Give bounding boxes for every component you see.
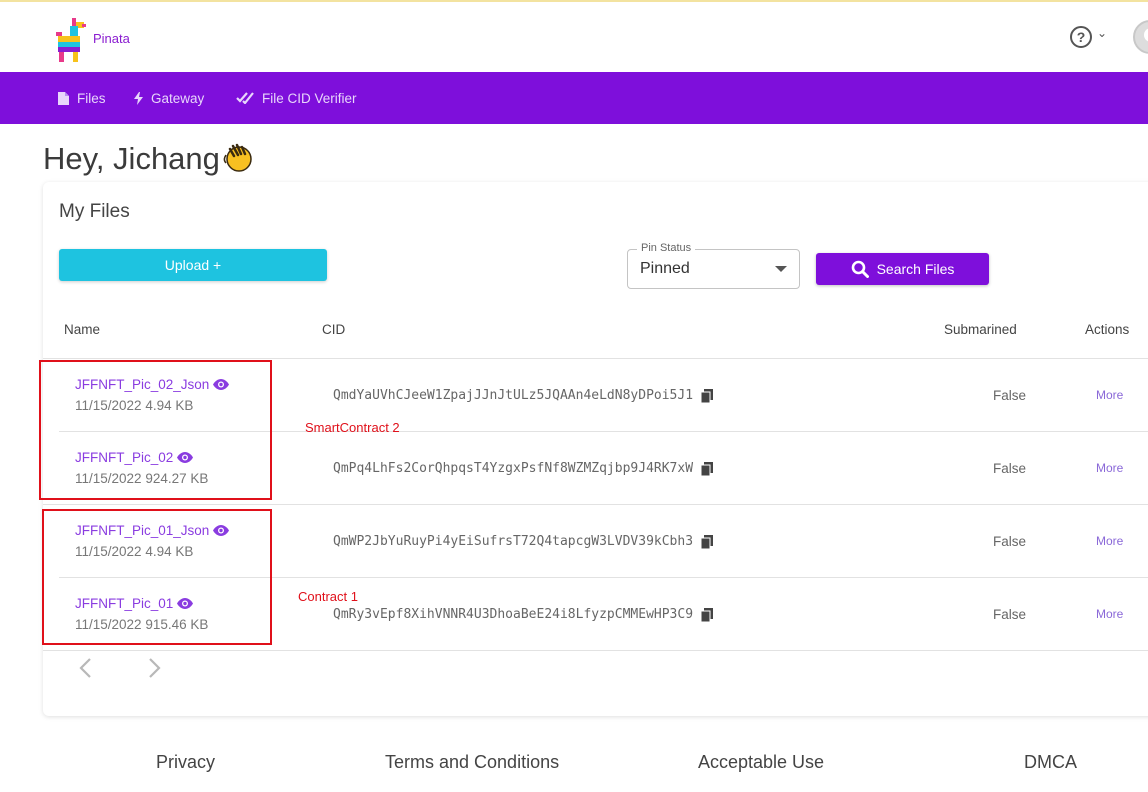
cid-text: QmRy3vEpf8XihVNNR4U3DhoaBeE24i8LfyzpCMME… bbox=[333, 607, 694, 622]
column-header-actions: Actions bbox=[1085, 322, 1130, 337]
pin-status-legend: Pin Status bbox=[637, 242, 696, 254]
table-divider bbox=[43, 650, 1148, 651]
submarined-value: False bbox=[993, 534, 1027, 549]
double-check-icon bbox=[236, 92, 254, 104]
annotation-label: Contract 1 bbox=[298, 589, 358, 604]
column-header-cid: CID bbox=[322, 322, 346, 337]
file-icon bbox=[58, 91, 69, 105]
cid-text: QmdYaUVhCJeeW1ZpajJJnJtULz5JQAAn4eLdN8yD… bbox=[333, 388, 694, 403]
nav-item-label: File CID Verifier bbox=[262, 90, 357, 106]
more-actions-link[interactable]: More bbox=[1096, 534, 1123, 548]
user-avatar-icon[interactable] bbox=[1133, 20, 1148, 54]
submarined-value: False bbox=[993, 461, 1027, 476]
bolt-icon bbox=[134, 91, 143, 105]
submarined-value: False bbox=[993, 388, 1027, 403]
nav-item-gateway[interactable]: Gateway bbox=[134, 72, 204, 124]
row-divider bbox=[43, 504, 1148, 505]
waving-hand-icon bbox=[222, 141, 254, 173]
more-actions-link[interactable]: More bbox=[1096, 461, 1123, 475]
chevron-left-icon[interactable] bbox=[78, 657, 98, 681]
search-files-button[interactable]: Search Files bbox=[816, 253, 989, 285]
top-header: Pinata ? ⌄ bbox=[0, 2, 1148, 72]
file-cid: QmdYaUVhCJeeW1ZpajJJnJtULz5JQAAn4eLdN8yD… bbox=[333, 388, 714, 403]
chevron-down-icon[interactable]: ⌄ bbox=[1097, 26, 1107, 40]
cid-text: QmWP2JbYuRuyPi4yEiSufrsT72Q4tapcgW3LVDV3… bbox=[333, 534, 694, 549]
cid-text: QmPq4LhFs2CorQhpqsT4YzgxPsfNf8WZMZqjbp9J… bbox=[333, 461, 694, 476]
nav-item-file-cid-verifier[interactable]: File CID Verifier bbox=[236, 72, 357, 124]
pinata-logo-icon[interactable] bbox=[52, 16, 88, 64]
chevron-right-icon[interactable] bbox=[148, 657, 168, 681]
more-actions-link[interactable]: More bbox=[1096, 607, 1123, 621]
upload-button[interactable]: Upload + bbox=[59, 249, 327, 281]
copy-icon[interactable] bbox=[701, 534, 714, 549]
question-circle-icon[interactable]: ? bbox=[1070, 26, 1092, 48]
copy-icon[interactable] bbox=[701, 461, 714, 476]
more-actions-link[interactable]: More bbox=[1096, 388, 1123, 402]
footer-link-dmca[interactable]: DMCA bbox=[1024, 752, 1077, 773]
annotation-box bbox=[39, 360, 272, 500]
annotation-label: SmartContract 2 bbox=[305, 420, 400, 435]
main-nav-bar: Files Gateway File CID Verifier bbox=[0, 72, 1148, 124]
search-icon bbox=[851, 260, 869, 278]
greeting-heading: Hey, Jichang bbox=[43, 141, 254, 177]
submarined-value: False bbox=[993, 607, 1027, 622]
card-title: My Files bbox=[59, 201, 130, 222]
file-cid: QmWP2JbYuRuyPi4yEiSufrsT72Q4tapcgW3LVDV3… bbox=[333, 534, 714, 549]
column-header-name: Name bbox=[64, 322, 101, 337]
brand-name[interactable]: Pinata bbox=[93, 31, 130, 46]
pin-status-value[interactable]: Pinned bbox=[640, 260, 690, 278]
caret-down-icon[interactable] bbox=[775, 266, 787, 272]
copy-icon[interactable] bbox=[701, 607, 714, 622]
footer-link-terms[interactable]: Terms and Conditions bbox=[385, 752, 559, 773]
file-cid: QmPq4LhFs2CorQhpqsT4YzgxPsfNf8WZMZqjbp9J… bbox=[333, 461, 714, 476]
footer-link-privacy[interactable]: Privacy bbox=[156, 752, 215, 773]
file-cid: QmRy3vEpf8XihVNNR4U3DhoaBeE24i8LfyzpCMME… bbox=[333, 607, 714, 622]
greeting-text: Hey, Jichang bbox=[43, 141, 220, 176]
footer-link-acceptable-use[interactable]: Acceptable Use bbox=[698, 752, 824, 773]
annotation-box bbox=[42, 509, 272, 645]
column-header-submarined: Submarined bbox=[944, 322, 1017, 337]
nav-item-files[interactable]: Files bbox=[58, 72, 106, 124]
copy-icon[interactable] bbox=[701, 388, 714, 403]
search-files-label: Search Files bbox=[876, 261, 955, 277]
table-divider bbox=[43, 358, 1148, 359]
nav-item-label: Files bbox=[77, 90, 106, 106]
nav-item-label: Gateway bbox=[151, 90, 205, 106]
